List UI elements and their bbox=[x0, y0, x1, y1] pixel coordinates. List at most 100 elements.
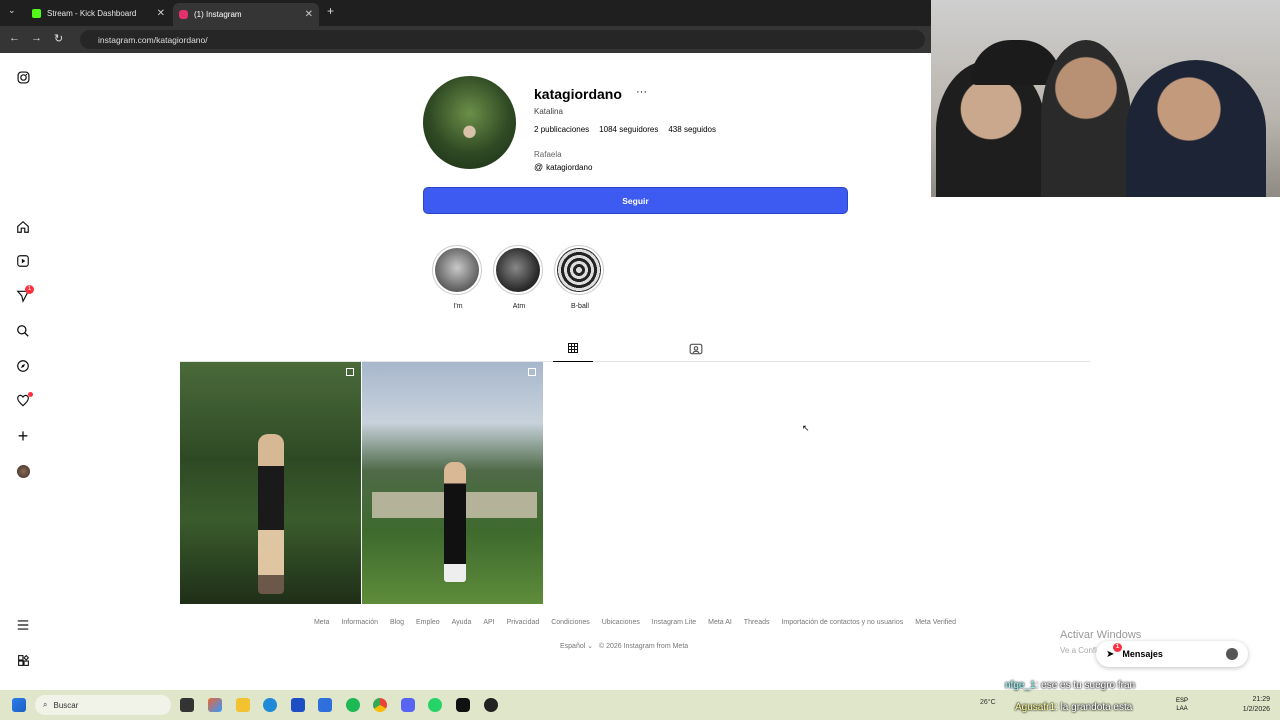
messages-label: Mensajes bbox=[1122, 649, 1163, 659]
footer-link[interactable]: Instagram Lite bbox=[652, 619, 696, 626]
highlight-item[interactable]: Atm bbox=[493, 245, 545, 310]
reels-icon[interactable] bbox=[15, 253, 31, 269]
discord-icon[interactable] bbox=[401, 698, 415, 712]
tab-posts-grid[interactable] bbox=[553, 338, 593, 362]
webcam-person bbox=[1041, 40, 1131, 197]
chat-message: Agusafr1: la grandota esta bbox=[1015, 702, 1132, 713]
grid-icon bbox=[568, 343, 578, 353]
activate-windows-title: Activar Windows bbox=[1060, 629, 1142, 641]
profile-picture[interactable] bbox=[423, 76, 516, 169]
highlight-item[interactable]: I'm bbox=[432, 245, 484, 310]
tab-list-chevron-icon[interactable]: ⌄ bbox=[8, 5, 16, 16]
whatsapp-icon[interactable] bbox=[428, 698, 442, 712]
url-text: instagram.com/katagiordano/ bbox=[98, 34, 208, 45]
footer-link[interactable]: Blog bbox=[390, 619, 404, 626]
language-select[interactable]: Español bbox=[560, 643, 585, 650]
clock-time: 21:29 bbox=[1252, 696, 1270, 703]
messages-pill[interactable]: ➤ 1 Mensajes bbox=[1096, 641, 1248, 667]
highlight-item[interactable]: B-ball bbox=[554, 245, 606, 310]
messages-badge: 1 bbox=[1113, 642, 1122, 652]
highlight-ring bbox=[432, 245, 482, 295]
chat-text: : la grandota esta bbox=[1055, 702, 1133, 713]
footer-link[interactable]: Privacidad bbox=[507, 619, 540, 626]
profile-avatar[interactable] bbox=[15, 463, 31, 479]
footer-link[interactable]: API bbox=[483, 619, 494, 626]
footer-links: Meta Información Blog Empleo Ayuda API P… bbox=[0, 619, 1270, 626]
posts-number: 2 bbox=[534, 125, 539, 134]
close-tab-icon[interactable]: ✕ bbox=[157, 8, 165, 19]
back-arrow-icon[interactable]: ← bbox=[9, 32, 20, 44]
url-input[interactable]: instagram.com/katagiordano/ bbox=[80, 30, 925, 49]
search-icon[interactable] bbox=[15, 323, 31, 339]
threads-link[interactable]: @ katagiordano bbox=[534, 162, 592, 172]
forward-arrow-icon[interactable]: → bbox=[31, 32, 42, 44]
explore-icon[interactable] bbox=[15, 358, 31, 374]
followers-count[interactable]: 1084 seguidores bbox=[599, 125, 658, 134]
notifications-heart-icon[interactable] bbox=[15, 392, 33, 409]
tab-tagged[interactable] bbox=[689, 342, 703, 360]
following-label: seguidos bbox=[683, 125, 716, 134]
new-tab-button[interactable]: + bbox=[327, 4, 334, 18]
edge-icon[interactable] bbox=[263, 698, 277, 712]
webcam-person bbox=[1126, 60, 1266, 197]
reload-icon[interactable]: ↻ bbox=[54, 32, 63, 45]
direct-messages-icon: ➤ 1 bbox=[1106, 642, 1122, 660]
footer-link[interactable]: Meta AI bbox=[708, 619, 732, 626]
post-thumbnail[interactable] bbox=[180, 362, 361, 604]
copyright-text: © 2026 Instagram from Meta bbox=[598, 643, 689, 650]
taskbar-search[interactable]: ⌕ Buscar bbox=[35, 695, 171, 715]
footer-link[interactable]: Meta bbox=[314, 619, 330, 626]
search-placeholder: Buscar bbox=[53, 700, 79, 710]
footer-link[interactable]: Condiciones bbox=[551, 619, 590, 626]
footer-link[interactable]: Empleo bbox=[416, 619, 440, 626]
system-clock[interactable]: 21:29 1/2/2026 bbox=[1243, 695, 1270, 715]
create-plus-icon[interactable]: + bbox=[15, 426, 31, 446]
posts-count: 2 publicaciones bbox=[534, 125, 589, 134]
clock-date: 1/2/2026 bbox=[1242, 706, 1270, 713]
tiktok-icon[interactable] bbox=[456, 698, 470, 712]
highlight-label: Atm bbox=[512, 303, 526, 310]
carousel-icon bbox=[528, 368, 536, 376]
home-icon[interactable] bbox=[15, 219, 31, 235]
post-thumbnail[interactable] bbox=[362, 362, 543, 604]
chrome-icon[interactable] bbox=[373, 698, 387, 712]
task-view-icon[interactable] bbox=[180, 698, 194, 712]
file-explorer-icon[interactable] bbox=[236, 698, 250, 712]
highlight-cover bbox=[557, 248, 601, 292]
instagram-favicon-icon bbox=[179, 10, 188, 19]
spotify-icon[interactable] bbox=[346, 698, 360, 712]
app-icon[interactable] bbox=[484, 698, 498, 712]
instagram-logo-icon[interactable] bbox=[15, 69, 31, 85]
profile-full-name: Katalina bbox=[534, 107, 563, 116]
language-indicator[interactable]: ESP LAA bbox=[1176, 697, 1188, 713]
footer-link[interactable]: Threads bbox=[744, 619, 770, 626]
tab-kick-dashboard[interactable]: Stream - Kick Dashboard ✕ bbox=[26, 3, 171, 23]
footer-link[interactable]: Información bbox=[341, 619, 378, 626]
notification-badge: 1 bbox=[25, 285, 34, 294]
app-icon[interactable] bbox=[318, 698, 332, 712]
notification-dot bbox=[28, 392, 33, 397]
store-icon[interactable] bbox=[291, 698, 305, 712]
footer-link[interactable]: Meta Verified bbox=[915, 619, 956, 626]
follow-button[interactable]: Seguir bbox=[423, 187, 848, 214]
footer-link[interactable]: Importación de contactos y no usuarios bbox=[781, 619, 903, 626]
footer-link[interactable]: Ubicaciones bbox=[602, 619, 640, 626]
more-options-icon[interactable]: ··· bbox=[636, 86, 647, 98]
chat-text: : ese es tu suegro fran bbox=[1035, 680, 1136, 691]
copilot-icon[interactable] bbox=[208, 698, 222, 712]
tab-instagram[interactable]: (1) Instagram ✕ bbox=[173, 3, 319, 26]
highlight-ring bbox=[493, 245, 543, 295]
also-from-meta-icon[interactable] bbox=[15, 652, 31, 668]
following-count[interactable]: 438 seguidos bbox=[668, 125, 716, 134]
carousel-icon bbox=[346, 368, 354, 376]
footer-link[interactable]: Ayuda bbox=[452, 619, 472, 626]
direct-messages-icon[interactable]: 1 bbox=[15, 285, 34, 304]
chat-message: nfge_1: ese es tu suegro fran bbox=[1005, 680, 1135, 691]
browser-tab-bar: ⌄ Stream - Kick Dashboard ✕ (1) Instagra… bbox=[0, 0, 931, 26]
profile-username: katagiordano bbox=[534, 86, 622, 102]
close-tab-icon[interactable]: ✕ bbox=[305, 9, 313, 20]
windows-start-icon[interactable] bbox=[12, 698, 26, 712]
chat-user: nfge_1 bbox=[1005, 680, 1036, 691]
language-code: ESP bbox=[1176, 698, 1189, 704]
followers-label: seguidores bbox=[619, 125, 659, 134]
